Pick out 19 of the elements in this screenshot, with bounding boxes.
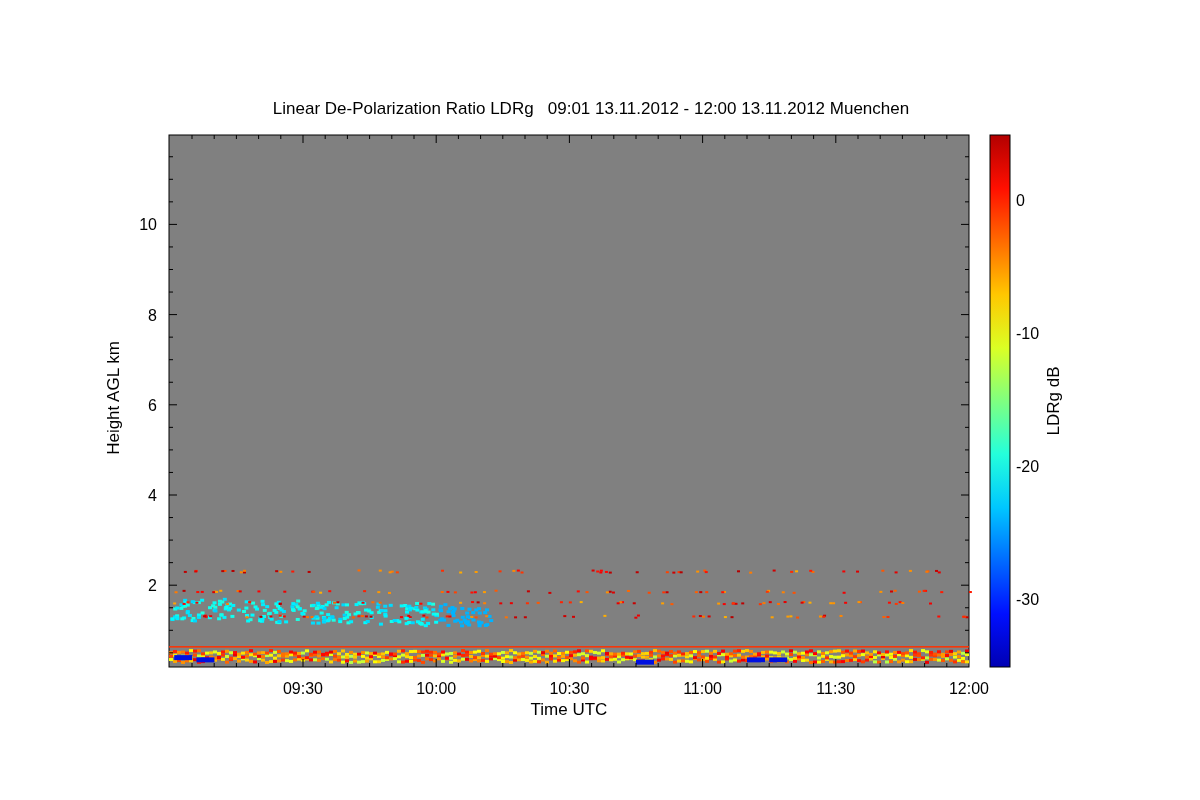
colorbar-tick-label: 0 (1016, 192, 1025, 209)
x-tick-label: 10:00 (416, 680, 457, 697)
colorbar-tick-label: -10 (1016, 325, 1040, 342)
x-tick-label: 09:30 (283, 680, 323, 697)
y-tick-label: 4 (148, 487, 157, 504)
colorbar-tick-label: -30 (1016, 591, 1040, 608)
y-tick-label: 8 (148, 306, 157, 324)
colorbar-tick-label: -20 (1016, 458, 1040, 475)
y-tick-label: 10 (139, 216, 157, 234)
y-axis-label: Height AGL km (104, 341, 123, 455)
x-tick-label: 12:00 (949, 680, 989, 697)
y-tick-label: 6 (148, 396, 157, 414)
x-tick-label: 11:00 (683, 680, 723, 697)
y-tick-label: 2 (148, 577, 157, 595)
chart-title: Linear De-Polarization Ratio LDRg 09:01 13.11.2012 - 12:00 13.11.2012 Muenchen (272, 99, 910, 118)
x-axis-label: Time UTC (530, 700, 608, 719)
x-tick-label: 11:30 (816, 680, 856, 697)
x-tick-label: 10:30 (549, 680, 590, 697)
colorbar-label: LDRg dB (1044, 366, 1063, 436)
